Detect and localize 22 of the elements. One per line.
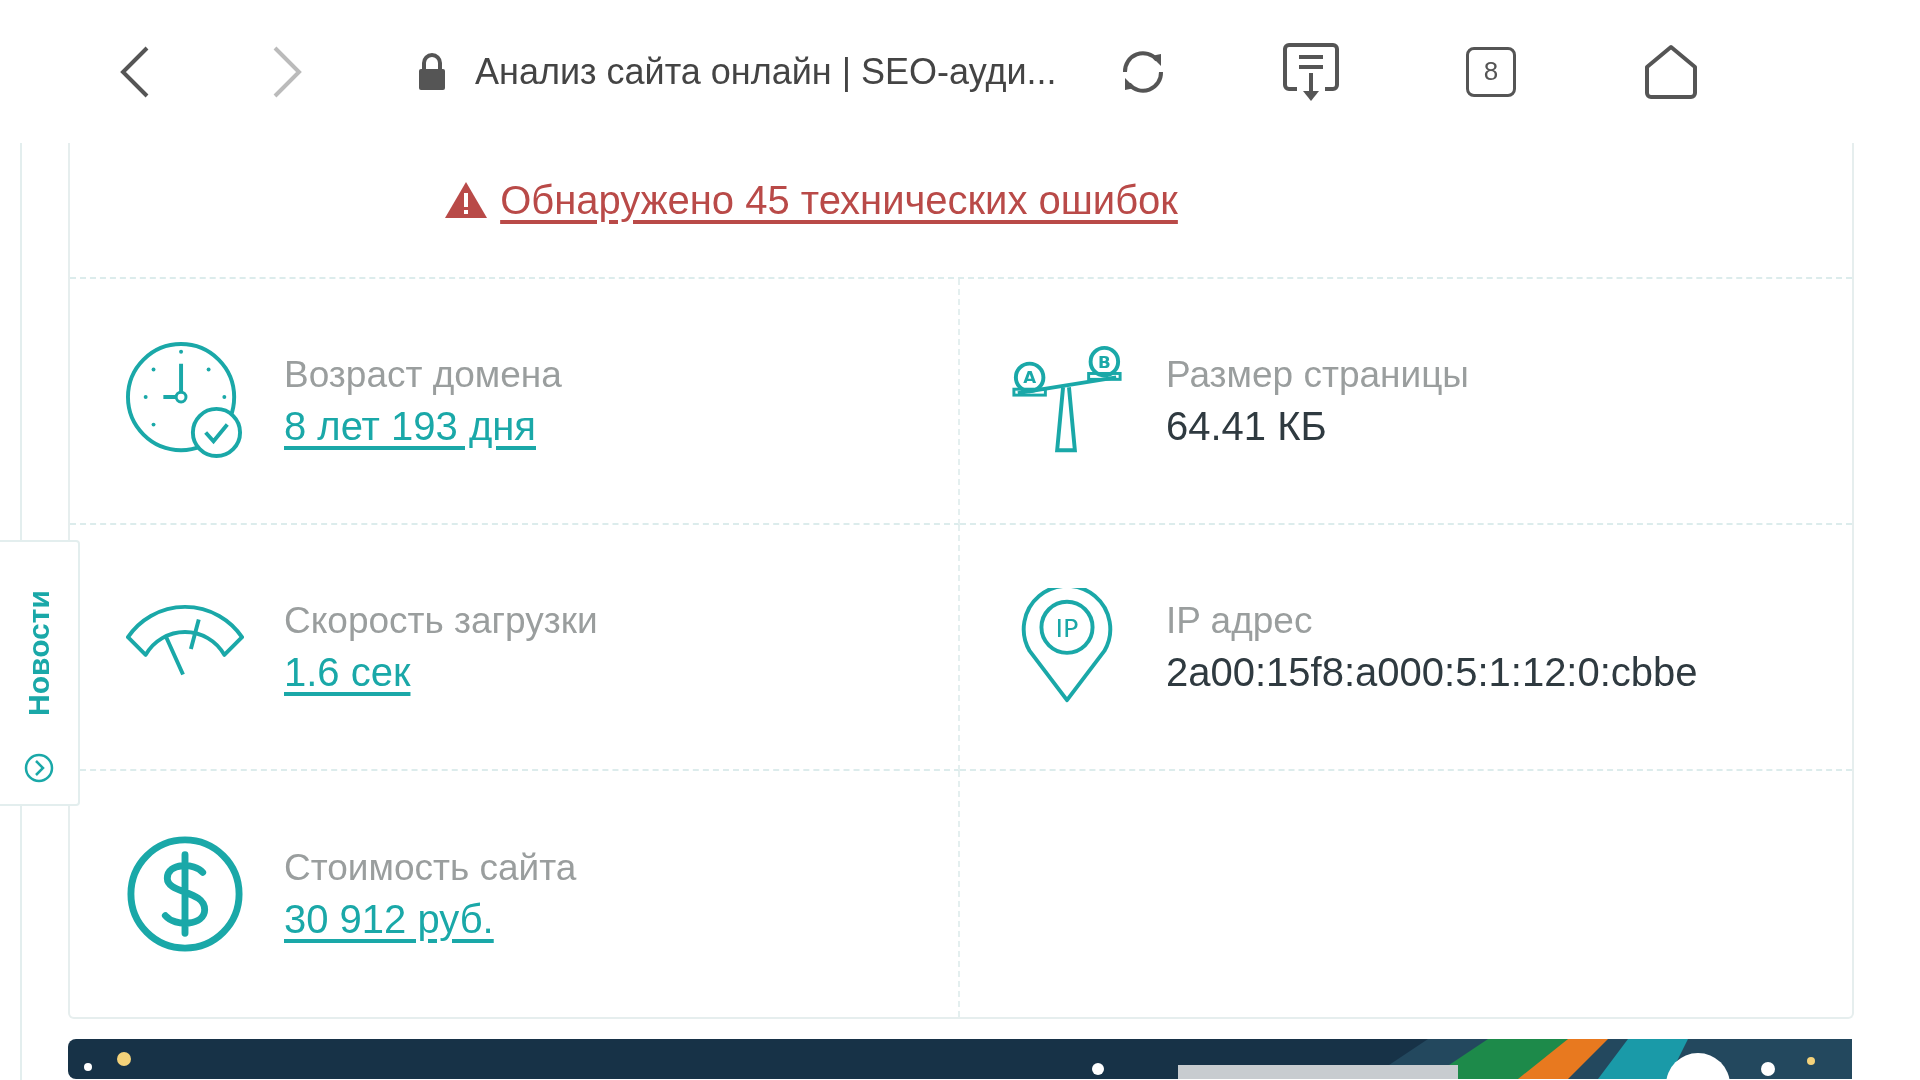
- metric-link[interactable]: 1.6 сек: [284, 649, 598, 695]
- metric-label: IP адрес: [1166, 599, 1314, 642]
- tab-count-button[interactable]: 8: [1466, 46, 1516, 97]
- chevron-circle-icon: [23, 752, 55, 784]
- clock-icon: [126, 342, 244, 460]
- errors-link[interactable]: Обнаружено 45 технических ошибок: [500, 177, 1178, 223]
- page-title[interactable]: Анализ сайта онлайн | SEO-ауди...: [475, 50, 1057, 93]
- news-tab-label[interactable]: Новости: [22, 590, 56, 716]
- metric-link[interactable]: 30 912 руб.: [284, 896, 577, 942]
- metric-label: Скорость загрузки: [284, 599, 598, 642]
- warning-icon: [444, 180, 489, 220]
- metric-value: 2a00:15f8:a000:5:1:12:0:cbbe: [1166, 649, 1698, 695]
- metric-link[interactable]: 8 лет 193 дня: [284, 403, 562, 449]
- metric-value: 64.41 КБ: [1166, 403, 1328, 449]
- metric-label: Стоимость сайта: [284, 846, 577, 889]
- lock-icon: [417, 52, 447, 91]
- download-list-icon[interactable]: [1281, 40, 1341, 103]
- dollar-coin-icon: [126, 835, 244, 953]
- news-tab[interactable]: Новости: [0, 540, 80, 806]
- metric-label: Размер страницы: [1166, 353, 1469, 396]
- home-icon[interactable]: [1643, 42, 1699, 101]
- metric-label: Возраст домена: [284, 353, 562, 396]
